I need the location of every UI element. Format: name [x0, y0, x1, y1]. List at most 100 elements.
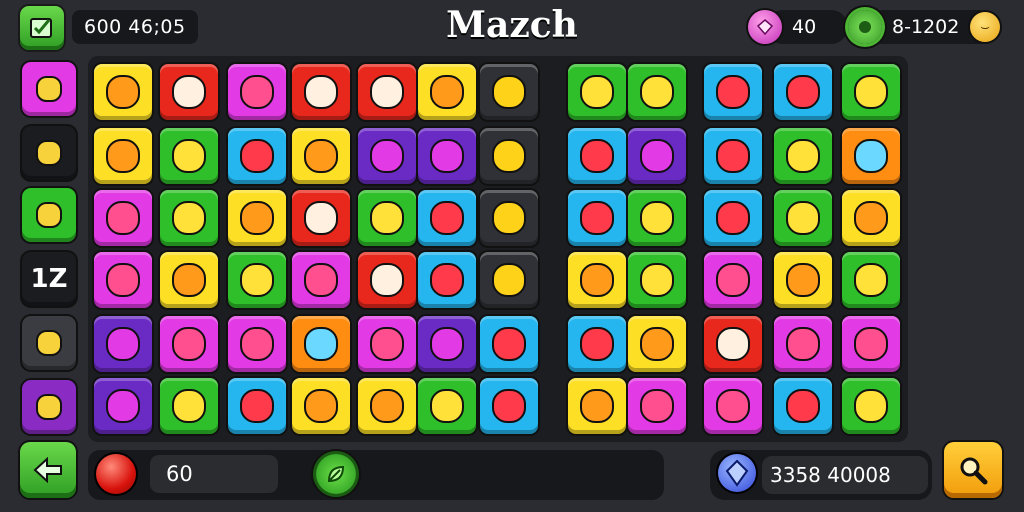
board-tile[interactable] [704, 316, 762, 372]
board-tile[interactable] [228, 316, 286, 372]
tile-item-icon [240, 327, 274, 361]
board-tile[interactable] [358, 128, 416, 184]
pencil-icon[interactable] [22, 380, 76, 434]
board-tile[interactable] [704, 128, 762, 184]
board-tile[interactable] [418, 128, 476, 184]
board-tile[interactable] [842, 252, 900, 308]
board-tile[interactable] [704, 190, 762, 246]
tile-item-icon [854, 389, 888, 423]
board-tile[interactable] [480, 316, 538, 372]
board-tile[interactable] [842, 190, 900, 246]
board-tile[interactable] [228, 252, 286, 308]
leaf-icon[interactable] [316, 454, 356, 494]
back-button[interactable] [20, 442, 76, 498]
board-tile[interactable] [418, 252, 476, 308]
board-tile[interactable] [480, 190, 538, 246]
board-tile[interactable] [160, 378, 218, 434]
candy-icon[interactable] [22, 188, 76, 242]
board-tile[interactable] [568, 316, 626, 372]
tile-item-icon [370, 75, 404, 109]
board-tile[interactable] [842, 128, 900, 184]
board-tile[interactable] [228, 378, 286, 434]
board-tile[interactable] [160, 316, 218, 372]
tile-item-icon [640, 75, 674, 109]
board-tile[interactable] [160, 128, 218, 184]
crossed-tools-icon[interactable] [22, 126, 76, 180]
board-tile[interactable] [842, 64, 900, 120]
board-tile[interactable] [842, 316, 900, 372]
board-tile[interactable] [480, 378, 538, 434]
board-tile[interactable] [842, 378, 900, 434]
board-tile[interactable] [358, 316, 416, 372]
board-tile[interactable] [628, 378, 686, 434]
board-tile[interactable] [160, 64, 218, 120]
board-tile[interactable] [774, 128, 832, 184]
tile-item-icon [370, 201, 404, 235]
board-tile[interactable] [292, 252, 350, 308]
board-tile[interactable] [418, 316, 476, 372]
board-tile[interactable] [358, 378, 416, 434]
checklist-icon [30, 18, 52, 38]
board-tile[interactable] [628, 252, 686, 308]
board-tile[interactable] [568, 378, 626, 434]
board-tile[interactable] [292, 190, 350, 246]
board-tile[interactable] [160, 190, 218, 246]
board-tile[interactable] [628, 64, 686, 120]
board-tile[interactable] [228, 128, 286, 184]
tile-item-icon [172, 263, 206, 297]
board-tile[interactable] [480, 128, 538, 184]
board-tile[interactable] [358, 252, 416, 308]
board-tile[interactable] [774, 190, 832, 246]
gear-icon[interactable] [848, 10, 882, 44]
board-tile[interactable] [94, 378, 152, 434]
board-tile[interactable] [94, 64, 152, 120]
board-tile[interactable] [774, 252, 832, 308]
fruit-tile-icon[interactable] [22, 62, 76, 116]
tile-item-icon [716, 263, 750, 297]
board-tile[interactable] [568, 252, 626, 308]
board-tile[interactable] [292, 378, 350, 434]
board-tile[interactable] [704, 378, 762, 434]
board-tile[interactable] [480, 252, 538, 308]
tile-item-icon [430, 139, 464, 173]
board-tile[interactable] [628, 316, 686, 372]
tile-item-icon [304, 139, 338, 173]
tile-item-icon [240, 263, 274, 297]
side-icon-shape [36, 76, 62, 102]
total-score: 3358 40008 [762, 456, 928, 494]
level-badge[interactable]: 1Z [22, 252, 76, 306]
coin-icon: ⌣ [970, 12, 1000, 42]
board-tile[interactable] [292, 316, 350, 372]
board-tile[interactable] [94, 252, 152, 308]
board-tile[interactable] [418, 378, 476, 434]
board-tile[interactable] [568, 64, 626, 120]
board-tile[interactable] [568, 128, 626, 184]
board-tile[interactable] [94, 190, 152, 246]
board-tile[interactable] [628, 128, 686, 184]
menu-button[interactable] [20, 6, 64, 50]
board-tile[interactable] [480, 64, 538, 120]
board-tile[interactable] [418, 64, 476, 120]
board-tile[interactable] [704, 252, 762, 308]
board-tile[interactable] [704, 64, 762, 120]
tile-item-icon [854, 263, 888, 297]
tile-item-icon [580, 201, 614, 235]
board-tile[interactable] [160, 252, 218, 308]
board-tile[interactable] [292, 64, 350, 120]
board-tile[interactable] [292, 128, 350, 184]
board-tile[interactable] [774, 378, 832, 434]
board-tile[interactable] [774, 64, 832, 120]
search-button[interactable] [944, 442, 1002, 498]
board-tile[interactable] [568, 190, 626, 246]
board-tile[interactable] [358, 190, 416, 246]
board-tile[interactable] [418, 190, 476, 246]
board-tile[interactable] [228, 64, 286, 120]
board-tile[interactable] [628, 190, 686, 246]
board-tile[interactable] [94, 316, 152, 372]
board-tile[interactable] [94, 128, 152, 184]
tile-item-icon [240, 75, 274, 109]
phone-icon[interactable] [22, 316, 76, 370]
board-tile[interactable] [774, 316, 832, 372]
board-tile[interactable] [358, 64, 416, 120]
board-tile[interactable] [228, 190, 286, 246]
